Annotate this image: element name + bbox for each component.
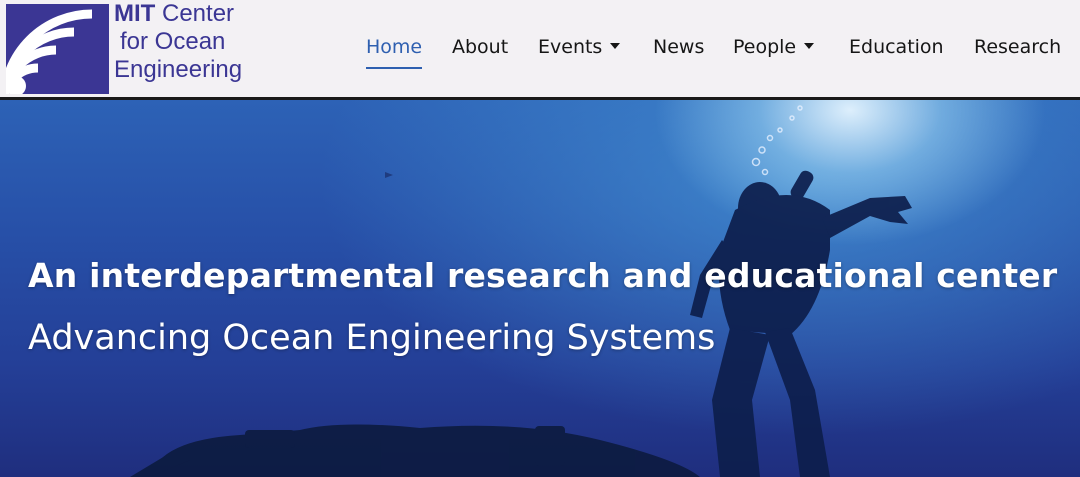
nav-home-label: Home bbox=[366, 36, 423, 58]
hero-banner: An interdepartmental research and educat… bbox=[0, 100, 1080, 477]
hero-subtitle: Advancing Ocean Engineering Systems bbox=[28, 318, 716, 358]
site-header: MIT Center for Ocean Engineering Home Ab… bbox=[0, 0, 1080, 100]
nav-events-label: Events bbox=[538, 36, 603, 58]
nav-news[interactable]: News bbox=[653, 36, 704, 58]
nav-people-label: People bbox=[733, 36, 797, 58]
nav-home[interactable]: Home bbox=[366, 36, 423, 69]
nav-education[interactable]: Education bbox=[849, 36, 944, 58]
nav-events[interactable]: Events bbox=[538, 36, 621, 58]
main-nav: Home About Events News People Education … bbox=[0, 0, 1080, 96]
active-underline bbox=[366, 67, 423, 69]
nav-about-label: About bbox=[452, 36, 509, 58]
chevron-down-icon bbox=[804, 42, 815, 49]
nav-research-label: Research bbox=[974, 36, 1062, 58]
chevron-down-icon bbox=[610, 42, 621, 49]
nav-education-label: Education bbox=[849, 36, 944, 58]
nav-people[interactable]: People bbox=[733, 36, 815, 58]
nav-about[interactable]: About bbox=[452, 36, 508, 58]
nav-research[interactable]: Research bbox=[974, 36, 1061, 58]
hero-title: An interdepartmental research and educat… bbox=[28, 256, 1058, 295]
nav-news-label: News bbox=[653, 36, 705, 58]
